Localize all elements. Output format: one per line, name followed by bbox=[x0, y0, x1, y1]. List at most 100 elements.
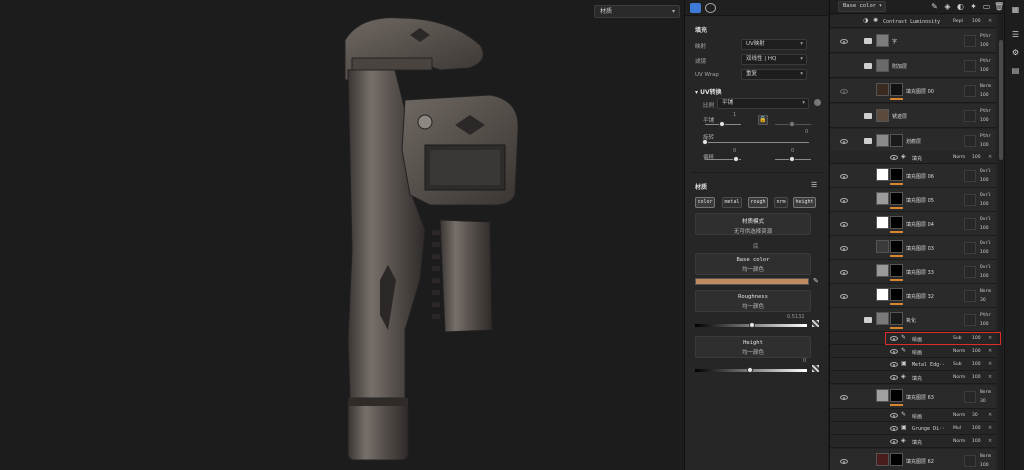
height-texture-icon[interactable] bbox=[812, 365, 819, 372]
blend-mode[interactable]: Norm bbox=[980, 289, 991, 294]
base-color-swatch[interactable] bbox=[695, 278, 809, 285]
blend-mode[interactable]: Pthr bbox=[980, 134, 991, 139]
opacity-value[interactable]: 100 bbox=[972, 19, 981, 24]
effect-row-fill-2[interactable]: ◈ 填充 Norm 100 × bbox=[830, 371, 996, 384]
height-box[interactable]: Height 均一颜色 bbox=[695, 336, 811, 358]
mask-icon[interactable]: ◐ bbox=[956, 2, 965, 11]
uvwrap-select[interactable]: 重复 ▾ bbox=[741, 69, 807, 80]
opacity-value[interactable]: 100 bbox=[980, 226, 989, 231]
opacity-value[interactable]: 100 bbox=[980, 178, 989, 183]
eyedropper-icon[interactable]: ✎ bbox=[813, 277, 819, 285]
layer-row-folder-zi[interactable]: 字 Pthr 100 bbox=[830, 29, 996, 53]
opacity-value[interactable]: 100 bbox=[972, 439, 981, 444]
blend-mode[interactable]: Pthr bbox=[980, 59, 991, 64]
eye-icon[interactable] bbox=[840, 222, 848, 227]
offset-slider-knob-1[interactable] bbox=[733, 156, 739, 162]
effect-row-fill[interactable]: ◈ 填充 Norm 100 × bbox=[830, 151, 996, 164]
texture-set-tab-icon[interactable] bbox=[705, 3, 716, 13]
channel-button-rough[interactable]: rough bbox=[748, 197, 768, 208]
roughness-box[interactable]: Roughness 均一颜色 bbox=[695, 290, 811, 312]
blend-mode[interactable]: Norm bbox=[980, 454, 991, 459]
layer-row-fill-32[interactable]: 填充图层 32 Norm 30 bbox=[830, 284, 996, 308]
layer-row-fill-00[interactable]: 填充图层 00 Norm 100 bbox=[830, 79, 996, 103]
eye-icon[interactable] bbox=[840, 395, 848, 400]
roughness-slider-knob[interactable] bbox=[749, 322, 755, 328]
material-menu-icon[interactable]: ☰ bbox=[811, 181, 817, 189]
opacity-value[interactable]: 100 bbox=[980, 274, 989, 279]
eye-icon[interactable] bbox=[890, 155, 898, 160]
3d-viewport[interactable]: 材质 ▾ bbox=[0, 0, 684, 470]
opacity-value[interactable]: 100 bbox=[980, 43, 989, 48]
eye-icon[interactable] bbox=[840, 139, 848, 144]
opacity-value[interactable]: 100 bbox=[972, 426, 981, 431]
opacity-value[interactable]: 100 bbox=[972, 375, 981, 380]
channel-button-metal[interactable]: metal bbox=[722, 197, 742, 208]
bake-icon[interactable]: ▤ bbox=[1011, 66, 1020, 75]
eye-icon[interactable] bbox=[840, 294, 848, 299]
blend-mode[interactable]: Ovrl bbox=[980, 169, 991, 174]
offset-slider-knob-2[interactable] bbox=[789, 156, 795, 162]
uv-transform-title[interactable]: ▾ UV转换 bbox=[695, 87, 722, 96]
eye-icon[interactable] bbox=[890, 413, 898, 418]
eye-icon[interactable] bbox=[890, 362, 898, 367]
layer-row-fill-33[interactable]: 填充图层 33 Ovrl 100 bbox=[830, 260, 996, 284]
rotate-slider-knob[interactable] bbox=[702, 139, 708, 145]
channel-button-nrm[interactable]: nrm bbox=[774, 197, 788, 208]
close-icon[interactable]: × bbox=[988, 348, 992, 354]
layer-row-folder-oxid[interactable]: 氧化 Pthr 100 bbox=[830, 308, 996, 332]
opacity-value[interactable]: 100 bbox=[972, 349, 981, 354]
layer-row-folder-rust[interactable]: 锈迹层 Pthr 100 bbox=[830, 104, 996, 128]
close-icon[interactable]: × bbox=[988, 374, 992, 380]
scale-select[interactable]: 平铺 ▾ bbox=[717, 98, 809, 109]
eye-icon[interactable] bbox=[840, 246, 848, 251]
material-mode-box[interactable]: 材质模式 无可供选择资源 bbox=[695, 213, 811, 235]
effects-icon[interactable]: ✦ bbox=[969, 2, 978, 11]
effect-row-metal-edge[interactable]: ▣ Metal Edg·· Sub 100 × bbox=[830, 358, 996, 371]
effect-row-paint[interactable]: ✎ 绘画 Norm 100 × bbox=[830, 345, 996, 358]
eye-icon[interactable] bbox=[890, 426, 898, 431]
projection-select[interactable]: UV映射 ▾ bbox=[741, 39, 807, 50]
folder-icon[interactable]: ▭ bbox=[982, 2, 991, 11]
close-icon[interactable]: × bbox=[988, 154, 992, 160]
trash-icon[interactable]: 🗑 bbox=[994, 2, 1004, 11]
layer-row-fill-63[interactable]: 填充图层 63 Norm 30 bbox=[830, 385, 996, 409]
layer-row-fill-62[interactable]: 填充图层 62 Norm 100 bbox=[830, 449, 996, 470]
blend-mode[interactable]: Sub bbox=[953, 362, 962, 367]
height-slider-knob[interactable] bbox=[747, 367, 753, 373]
channel-button-color[interactable]: color bbox=[695, 197, 715, 208]
filter-select[interactable]: 双线性 | HQ ▾ bbox=[741, 54, 807, 65]
blend-mode[interactable]: Pthr bbox=[980, 34, 991, 39]
effect-row-grunge[interactable]: ▣ Grunge Di·· Mul 100 × bbox=[830, 422, 996, 435]
opacity-value[interactable]: 100 bbox=[980, 68, 989, 73]
channel-select[interactable]: Base color ▾ bbox=[838, 1, 886, 12]
layers-icon[interactable]: ☰ bbox=[1011, 30, 1020, 39]
roughness-texture-icon[interactable] bbox=[812, 320, 819, 327]
blend-mode[interactable]: Norm bbox=[953, 349, 965, 354]
opacity-value[interactable]: 100 bbox=[980, 463, 989, 468]
blend-mode[interactable]: Ovrl bbox=[980, 241, 991, 246]
blend-mode[interactable]: Norm bbox=[980, 390, 991, 395]
blend-mode[interactable]: Pthr bbox=[980, 313, 991, 318]
eye-icon[interactable] bbox=[840, 270, 848, 275]
tile-slider-knob[interactable] bbox=[719, 121, 725, 127]
close-icon[interactable]: × bbox=[988, 18, 992, 24]
eye-icon[interactable] bbox=[840, 459, 848, 464]
layer-row-fill-05[interactable]: 填充图层 05 Ovrl 100 bbox=[830, 188, 996, 212]
blend-mode[interactable]: Ovrl bbox=[980, 265, 991, 270]
opacity-value[interactable]: 30 bbox=[980, 298, 986, 303]
opacity-value[interactable]: 100 bbox=[972, 362, 981, 367]
texture-set-icon[interactable]: ▦ bbox=[1011, 5, 1020, 14]
blend-mode[interactable]: Mul bbox=[953, 426, 961, 431]
paint-layer-icon[interactable]: ✎ bbox=[930, 2, 939, 11]
channel-button-height[interactable]: height bbox=[793, 197, 816, 208]
eye-icon[interactable] bbox=[890, 375, 898, 380]
layer-row-folder-addon[interactable]: 附加层 Pthr 100 bbox=[830, 54, 996, 78]
blend-mode[interactable]: Repl bbox=[953, 19, 963, 24]
eye-icon[interactable] bbox=[890, 349, 898, 354]
blend-mode[interactable]: Norm bbox=[953, 155, 965, 160]
opacity-value[interactable]: 30 bbox=[972, 413, 978, 418]
opacity-value[interactable]: 100 bbox=[980, 322, 989, 327]
layer-row-fill-06[interactable]: 填充图层 06 Ovrl 100 bbox=[830, 164, 996, 188]
properties-tab-icon[interactable] bbox=[690, 3, 701, 13]
eye-icon[interactable] bbox=[840, 198, 848, 203]
